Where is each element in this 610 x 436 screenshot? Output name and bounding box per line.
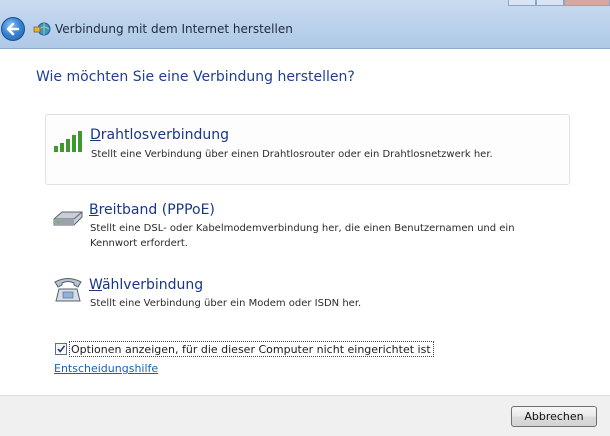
network-wizard-icon <box>33 22 51 36</box>
cancel-button[interactable]: Abbrechen <box>511 406 597 427</box>
option-dialup-title: Wählverbindung <box>89 277 204 293</box>
maximize-button-stub[interactable] <box>536 0 564 6</box>
close-button-stub[interactable] <box>564 0 610 6</box>
option-dialup-description: Stellt eine Verbindung über ein Modem od… <box>90 298 362 309</box>
title-bar: Verbindung mit dem Internet herstellen <box>0 0 610 49</box>
back-arrow-icon <box>6 22 20 36</box>
checkmark-icon <box>57 345 66 353</box>
window-title: Verbindung mit dem Internet herstellen <box>55 22 293 36</box>
minimize-button-stub[interactable] <box>508 0 536 6</box>
option-wireless-title: Drahtlosverbindung <box>90 127 230 143</box>
option-wireless[interactable]: Drahtlosverbindung Stellt eine Verbindun… <box>45 114 570 185</box>
footer-bar: Abbrechen <box>0 395 610 436</box>
show-options-label[interactable]: Optionen anzeigen, für die dieser Comput… <box>69 341 434 357</box>
wireless-signal-icon <box>54 131 82 152</box>
option-broadband[interactable]: Breitband (PPPoE) Stellt eine DSL- oder … <box>45 191 570 255</box>
back-button[interactable] <box>1 17 25 41</box>
show-options-checkbox[interactable] <box>55 343 67 355</box>
broadband-modem-icon <box>53 211 83 226</box>
dialup-phone-icon <box>54 278 82 302</box>
option-dialup[interactable]: Wählverbindung Stellt eine Verbindung üb… <box>45 268 570 318</box>
page-heading: Wie möchten Sie eine Verbindung herstell… <box>36 69 355 85</box>
option-wireless-description: Stellt eine Verbindung über einen Drahtl… <box>91 149 493 160</box>
decision-help-link[interactable]: Entscheidungshilfe <box>54 362 158 375</box>
option-broadband-title: Breitband (PPPoE) <box>89 202 215 218</box>
option-broadband-description: Stellt eine DSL- oder Kabelmodemverbindu… <box>90 223 515 249</box>
